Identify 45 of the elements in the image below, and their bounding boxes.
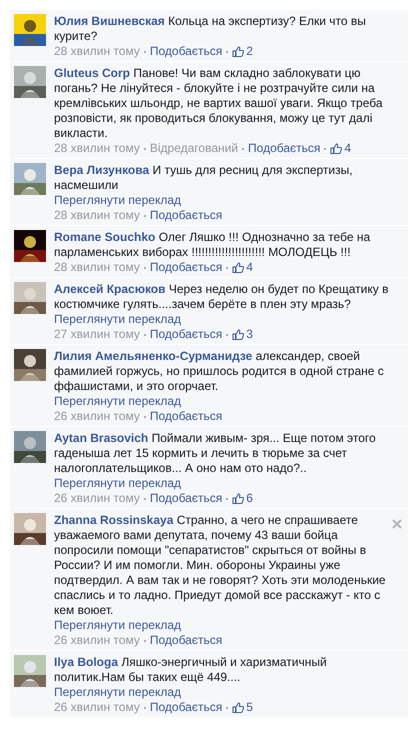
translate-link[interactable]: Переглянути переклад (54, 193, 182, 208)
comment-text: Zhanna Rossinskaya Странно, а чего не спрашиваете уважаемого вами депутата, почему 43 ваши бойца попросили помощи "сепаратистов" скрыться от войны в России? И им помогли. Мин. обороны Украины уже подтвердил. А вам так и не говорят? Хоть эти молоденькие спаслись и то ладно. Приедут домой все расскажут - кто с кем воюет. (54, 513, 387, 618)
like-link[interactable]: Подобається (248, 141, 320, 156)
like-link[interactable]: Подобається (150, 409, 222, 424)
comment-text: Вера Лизункова И тушь для ресниц для экспертизы, насмешили (54, 163, 354, 193)
author-link[interactable]: Zhanna Rossinskaya (54, 513, 174, 527)
author-link[interactable]: Юлия Вишневская (54, 14, 165, 28)
thumbs-up-icon[interactable] (232, 46, 244, 57)
comment-text: Лилия Амельяненко-Сурманидзе александер, своей фамилией горжусь, но пришлось родится в одной стране с ффашистами, и это огорчает. (54, 349, 385, 394)
translate-link[interactable]: Переглянути переклад (54, 312, 182, 327)
like-link[interactable]: Подобається (150, 208, 222, 223)
author-link[interactable]: Алексей Красюков (54, 282, 166, 296)
comment-text: Gluteus Corp Панове! Чи вам складно заблокувати цю погань? Не лінуйтеся - блокуйте і не розтрачуйте сили на кремлівських шльондр, не вартих вашої уваги. Якщо треба розповісти, як проводиться блокування, можу це тут далі викласти. (54, 66, 384, 141)
like-count[interactable]: 4 (246, 260, 253, 275)
like-link[interactable]: Подобається (150, 260, 222, 275)
translate-link[interactable]: Переглянути переклад (54, 394, 182, 409)
like-count[interactable]: 4 (344, 141, 352, 156)
comment-text: Ilya Bologa Ляшко-энергичный и харизматичный политик.Нам бы таких ещё 449.... (54, 655, 328, 685)
thumbs-up-icon[interactable] (232, 262, 244, 273)
like-count[interactable]: 5 (246, 700, 253, 715)
thumbs-up-icon[interactable] (232, 702, 244, 713)
author-link[interactable]: Лилия Амельяненко-Сурманидзе (54, 349, 252, 363)
translate-link[interactable]: Переглянути переклад (54, 685, 182, 700)
author-link[interactable]: Вера Лизункова (54, 163, 150, 177)
like-link[interactable]: Подобається (150, 44, 222, 59)
comment-text: Алексей Красюков Через неделю он будет по Крещатику в костюмчике гулять....зачем берёте в плен эту мразь? (54, 282, 390, 312)
like-link[interactable]: Подобається (150, 633, 222, 648)
like-count[interactable]: 3 (246, 327, 253, 342)
author-link[interactable]: Ilya Bologa (54, 655, 118, 669)
like-link[interactable]: Подобається (150, 327, 222, 342)
author-link[interactable]: Gluteus Corp (54, 66, 130, 80)
author-link[interactable]: Aytan Brasovich (54, 431, 148, 445)
like-link[interactable]: Подобається (150, 491, 222, 506)
thumbs-up-icon[interactable] (330, 143, 342, 154)
translate-link[interactable]: Переглянути переклад (54, 476, 182, 491)
like-count[interactable]: 6 (246, 491, 253, 506)
comment-text: Romane Souchko Олег Ляшко !!! Однозначно за тебе на парламенських виборах !!!!!!!!!!!!!!!!!!!!!! МОЛОДЕЦЬ !!! (54, 230, 372, 260)
thumbs-up-icon[interactable] (232, 493, 244, 504)
like-link[interactable]: Подобається (150, 700, 222, 715)
translate-link[interactable]: Переглянути переклад (54, 618, 182, 633)
author-link[interactable]: Romane Souchko (54, 230, 156, 244)
like-count[interactable]: 2 (246, 44, 253, 59)
thumbs-up-icon[interactable] (232, 329, 244, 340)
comment-text: Юлия Вишневская Кольца на экспертизу? Елки что вы курите? (54, 14, 367, 44)
comment-text: Aytan Brasovich Поймали живым- зря... Еще потом этого гаденыша лет 15 кормить и лечить в тюрьме за счет налогоплательщиков... А оно нам ото надо?.. (54, 431, 377, 476)
